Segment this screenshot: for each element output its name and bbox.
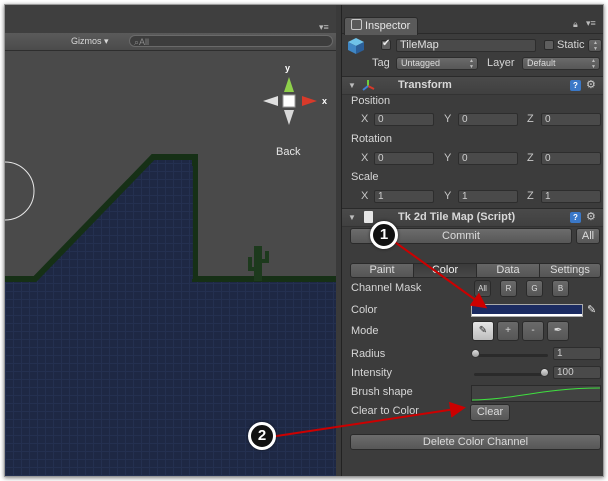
annotation-layer <box>269 239 488 438</box>
callout-arrow-1 <box>391 239 488 309</box>
callout-arrow-2 <box>269 401 466 438</box>
callout-badge-1: 1 <box>370 221 398 249</box>
callout-badge-2: 2 <box>248 422 276 450</box>
